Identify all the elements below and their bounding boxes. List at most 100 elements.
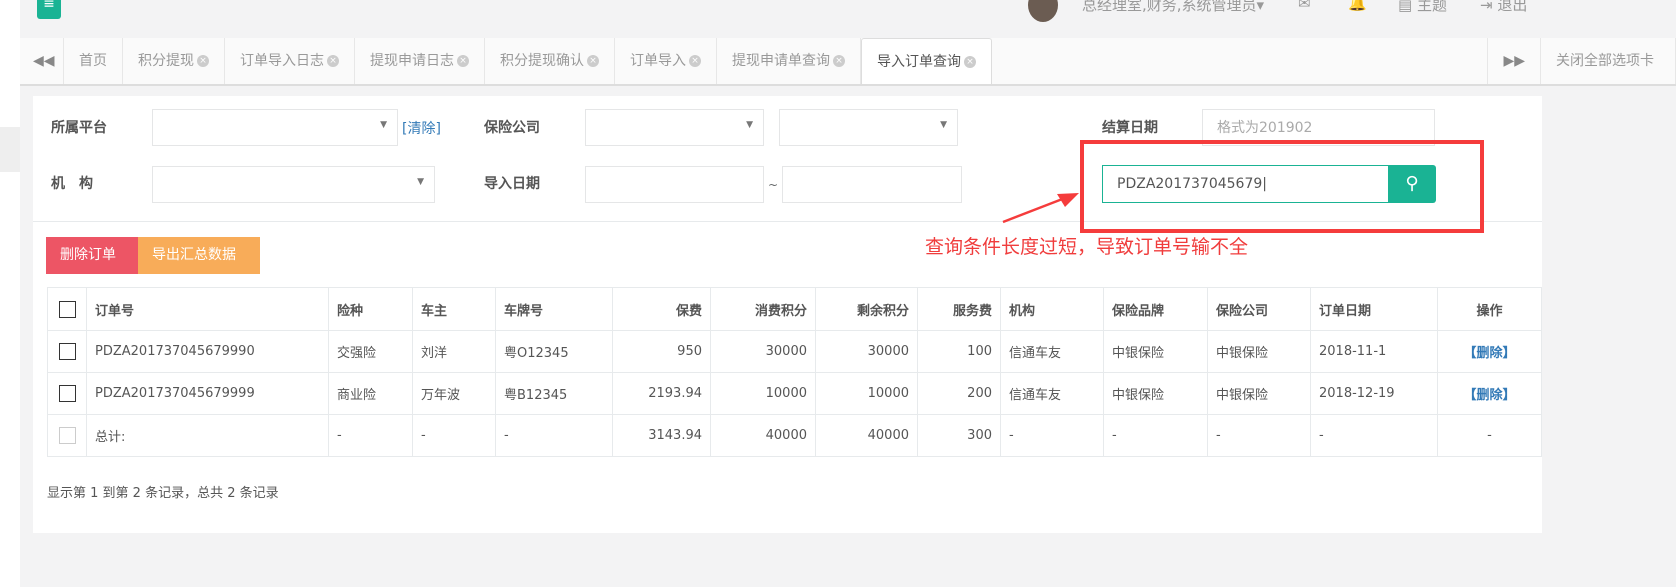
mail-icon[interactable]: ✉ [1298,0,1311,12]
tabs-scroll-right[interactable]: ▶▶ [1487,38,1541,84]
col-premium[interactable]: 保费 [612,287,711,331]
table-cell: - [495,414,613,457]
close-all-tabs-button[interactable]: 关闭全部选项卡 [1541,38,1676,84]
checkbox[interactable] [58,343,76,360]
col-remaining-points[interactable]: 剩余积分 [815,287,918,331]
tab-label: 导入订单查询 [877,54,961,70]
table-row: PDZA201737045679990 交强险 刘洋 粤O12345 950 30000 3… [47,330,1542,373]
tab-import-order-query[interactable]: 导入订单查询 × [861,38,992,84]
col-type[interactable]: 险种 [328,287,413,331]
settle-date-placeholder: 格式为201902 [1217,120,1313,136]
table-cell: PDZA201737045679990 [86,330,329,373]
table-cell: 粤B12345 [495,372,613,415]
close-icon[interactable]: × [964,56,976,68]
table-cell: 100 [917,330,1001,373]
table-cell: 40000 [815,414,918,457]
table-cell: 信通车友 [1000,372,1104,415]
table-cell: 2193.94 [612,372,711,415]
col-insurer[interactable]: 保险公司 [1207,287,1311,331]
delete-order-button[interactable]: 删除订单 [46,237,138,274]
user-name: 总经理室,财务,系统管理员 [1082,0,1257,14]
tab-withdraw-query[interactable]: 提现申请单查询 × [717,38,861,84]
table-cell: 300 [917,414,1001,457]
table-cell: 总计: [86,414,329,457]
tab-label: 首页 [79,53,107,69]
table-cell: 信通车友 [1000,330,1104,373]
tab-label: 提现申请单查询 [732,53,830,69]
tab-home[interactable]: 首页 [64,38,123,84]
row-checkbox-cell[interactable] [47,372,87,415]
close-icon[interactable]: × [587,55,599,67]
close-all-label: 关闭全部选项卡 [1556,53,1654,69]
tab-label: 提现申请日志 [370,53,454,69]
table-cell: 交强险 [328,330,413,373]
col-plate[interactable]: 车牌号 [495,287,613,331]
tab-withdraw-request-log[interactable]: 提现申请日志 × [355,38,485,84]
menu-toggle-button[interactable]: ≡ [37,0,61,19]
avatar[interactable] [1028,0,1058,22]
col-service-fee[interactable]: 服务费 [917,287,1001,331]
org-label: 机 构 [51,176,93,192]
col-order-date[interactable]: 订单日期 [1310,287,1438,331]
insurer-label: 保险公司 [484,120,540,136]
user-menu[interactable]: 总经理室,财务,系统管理员▾ [1082,0,1264,15]
table-cell: 3143.94 [612,414,711,457]
bell-icon[interactable]: 🔔 [1348,0,1367,12]
logout-label: 退出 [1497,0,1528,14]
table-cell: 刘洋 [412,330,496,373]
close-icon[interactable]: × [327,55,339,67]
select-all-checkbox[interactable] [47,287,87,331]
tab-withdraw-confirm[interactable]: 积分提现确认 × [485,38,615,84]
import-date-end[interactable] [782,166,962,203]
tab-points-withdraw[interactable]: 积分提现 × [123,38,225,84]
close-icon[interactable]: × [833,55,845,67]
table-cell: 2018-12-19 [1310,372,1438,415]
top-navbar: ≡ 总经理室,财务,系统管理员▾ ✉ 🔔 ▤ 主题 ⇥ 退出 [20,0,1676,38]
table-cell: 10000 [710,372,816,415]
org-select[interactable]: ▼ [152,166,435,203]
tab-label: 订单导入 [630,53,686,69]
clear-link[interactable]: [清除] [402,118,441,138]
logout-button[interactable]: ⇥ 退出 [1480,0,1527,15]
table-cell: - [412,414,496,457]
insurer-select[interactable]: ▼ [585,109,764,146]
theme-button[interactable]: ▤ 主题 [1398,0,1447,15]
close-icon[interactable]: × [689,55,701,67]
table-cell: 40000 [710,414,816,457]
tabs-scroll-left[interactable]: ◀◀ [20,38,64,84]
sidebar-active-item[interactable] [0,127,20,172]
col-org[interactable]: 机构 [1000,287,1104,331]
orders-table: 订单号 险种 车主 车牌号 保费 消费积分 剩余积分 服务费 机构 保险品牌 保… [47,287,1542,457]
table-cell: - [1207,414,1311,457]
platform-select[interactable]: ▼ [152,109,398,146]
col-brand[interactable]: 保险品牌 [1103,287,1208,331]
delete-row-link[interactable]: 【删除】 [1437,330,1542,373]
row-checkbox-cell[interactable] [47,330,87,373]
checkbox[interactable] [58,427,76,444]
col-order-no[interactable]: 订单号 [86,287,329,331]
tab-label: 积分提现 [138,53,194,69]
theme-label: 主题 [1416,0,1447,14]
table-cell: 中银保险 [1207,372,1311,415]
settle-date-label: 结算日期 [1102,120,1158,136]
tab-order-import-log[interactable]: 订单导入日志 × [225,38,355,84]
close-icon[interactable]: × [197,55,209,67]
table-cell: - [1310,414,1438,457]
checkbox[interactable] [58,385,76,402]
table-cell: 中银保险 [1103,330,1208,373]
tab-order-import[interactable]: 订单导入 × [615,38,717,84]
col-owner[interactable]: 车主 [412,287,496,331]
col-used-points[interactable]: 消费积分 [710,287,816,331]
delete-row-link[interactable]: 【删除】 [1437,372,1542,415]
sidebar [0,0,20,587]
tab-label: 积分提现确认 [500,53,584,69]
table-cell: 粤O12345 [495,330,613,373]
import-date-start[interactable] [585,166,764,203]
export-summary-button[interactable]: 导出汇总数据 [138,237,260,274]
row-checkbox-cell[interactable] [47,414,87,457]
close-icon[interactable]: × [457,55,469,67]
table-header-row: 订单号 险种 车主 车牌号 保费 消费积分 剩余积分 服务费 机构 保险品牌 保… [47,287,1542,331]
insurer-sub-select[interactable]: ▼ [779,109,958,146]
checkbox[interactable] [58,300,76,318]
table-cell: 万年波 [412,372,496,415]
